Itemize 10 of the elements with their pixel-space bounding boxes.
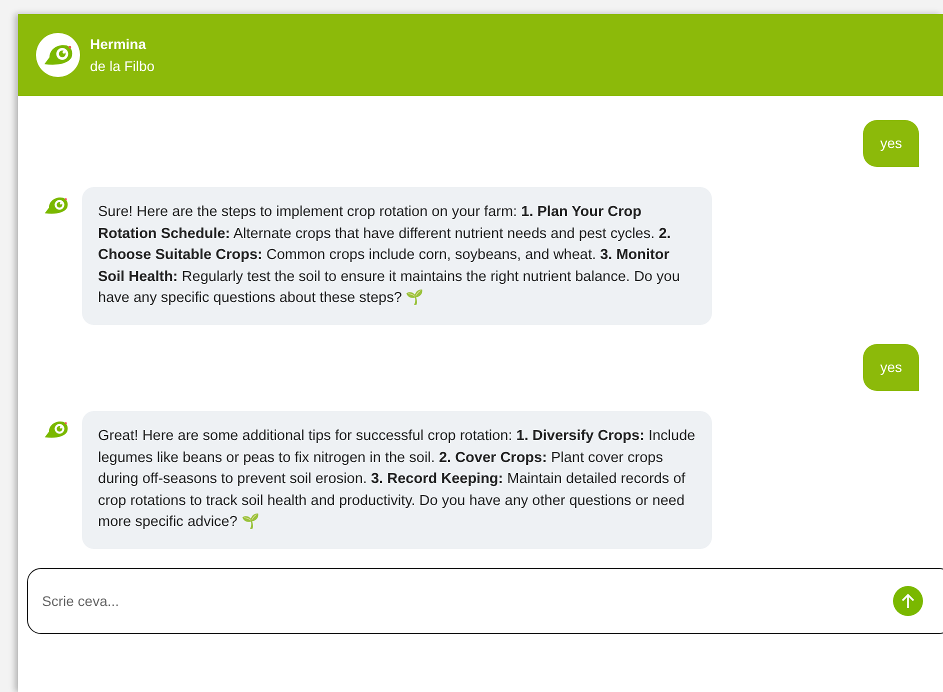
- message-text: Sure! Here are the steps to implement crop rotation on your farm: 1. Plan Your Crop Rotation Schedule: Alternate crops that have different nutrient needs and pest cycles. 2. Choose Suitable Crops: Common crops include corn, soybeans, and wheat. 3. Monitor Soil Health: Regularly test the soil to ensure it maintains the right nutrient balance. Do you have any specific questions about these steps? 🌱: [98, 204, 680, 306]
- bot-subtitle: de la Filbo: [90, 58, 155, 74]
- arrow-up-icon: [901, 593, 915, 609]
- message-field[interactable]: Scrie ceva...: [27, 568, 943, 634]
- message-text: Great! Here are some additional tips for successful crop rotation: 1. Diversify Crops: Include legumes like beans or peas to fix nitrogen in the soil. 2. Cover Crops: Plant cover crops during off-seasons to prevent soil erosion. 3. Record Keeping: Maintain detailed records of crop rotations to track soil health and productivity. Do you have any other questions or need more specific advice? 🌱: [98, 428, 696, 530]
- user-message: yes: [863, 344, 919, 391]
- user-message: yes: [863, 120, 919, 167]
- bot-name: Hermina: [90, 36, 148, 52]
- eye-logo-icon: [42, 418, 70, 440]
- eye-logo-icon: [42, 195, 70, 216]
